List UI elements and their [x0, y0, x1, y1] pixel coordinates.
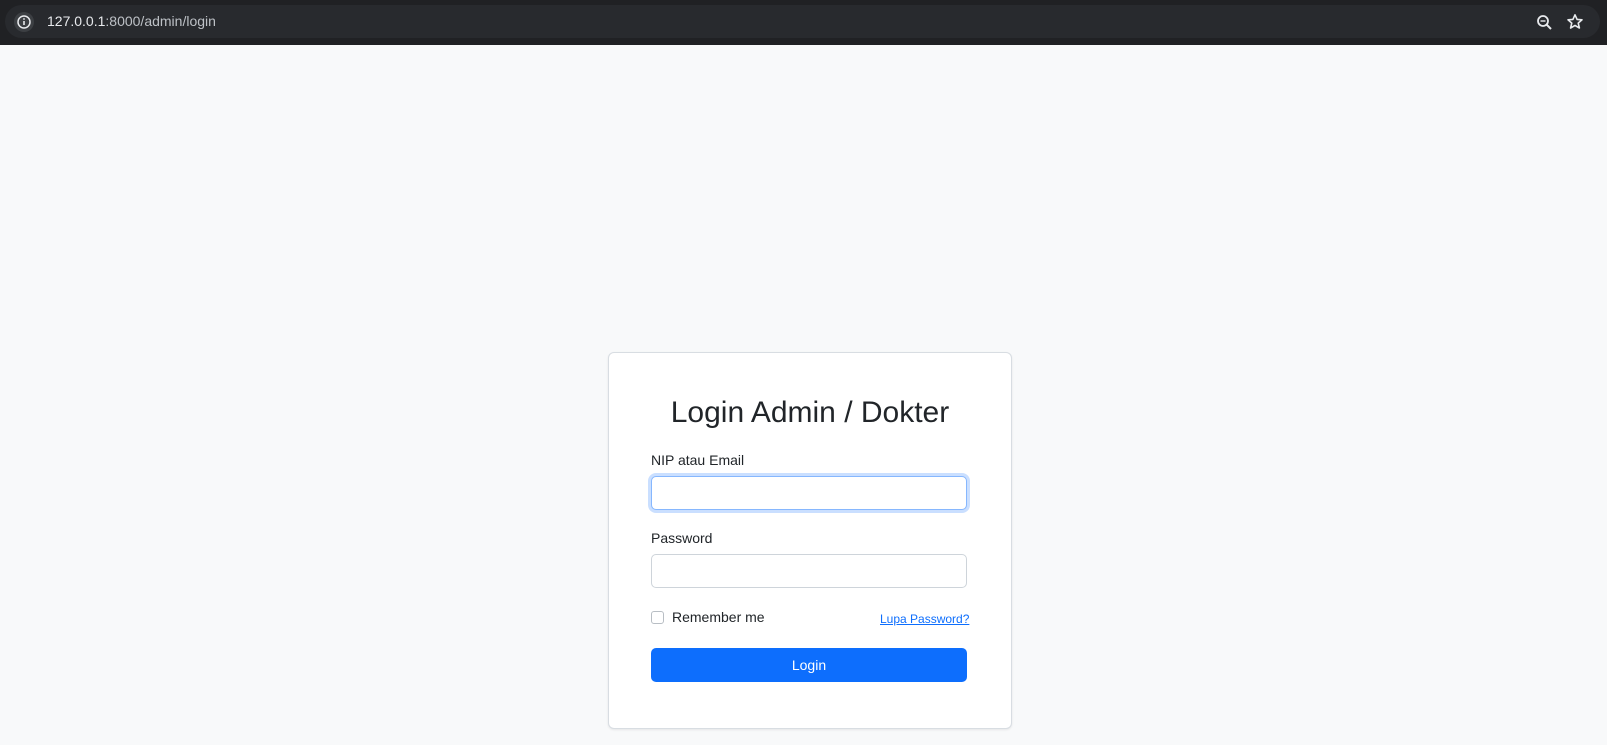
url-text[interactable]: 127.0.0.1:8000/admin/login — [47, 13, 216, 30]
url-host: 127.0.0.1 — [47, 13, 106, 29]
star-icon[interactable] — [1564, 11, 1586, 33]
forgot-password-link[interactable]: Lupa Password? — [880, 612, 969, 626]
login-card: Login Admin / Dokter NIP atau Email Pass… — [608, 352, 1012, 729]
nip-email-input[interactable] — [651, 476, 967, 510]
page-title: Login Admin / Dokter — [670, 396, 950, 429]
page-background: Login Admin / Dokter NIP atau Email Pass… — [0, 45, 1607, 745]
nip-email-label: NIP atau Email — [651, 452, 745, 468]
password-input[interactable] — [651, 554, 967, 588]
url-path: :8000/admin/login — [105, 13, 216, 29]
address-bar[interactable]: 127.0.0.1:8000/admin/login — [5, 5, 1600, 38]
login-button[interactable]: Login — [651, 648, 967, 682]
info-icon[interactable] — [14, 12, 34, 32]
zoom-icon[interactable] — [1533, 11, 1555, 33]
password-label: Password — [651, 530, 713, 546]
remember-label[interactable]: Remember me — [672, 608, 765, 626]
remember-checkbox[interactable] — [651, 611, 664, 624]
browser-toolbar: 127.0.0.1:8000/admin/login — [0, 0, 1607, 45]
